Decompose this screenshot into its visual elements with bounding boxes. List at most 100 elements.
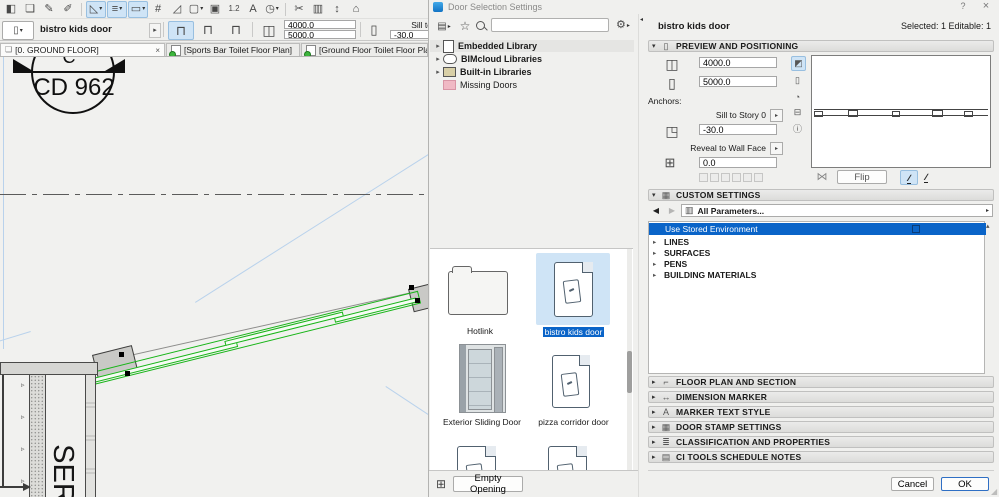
dimension-icon[interactable]: 1.2 <box>225 2 243 17</box>
section-classification-properties[interactable]: ▸ ≣ CLASSIFICATION AND PROPERTIES <box>648 436 994 448</box>
clock-dropdown-icon[interactable]: ◷ ▾ <box>263 2 281 17</box>
tree-item-embedded-library[interactable]: ▸ Embedded Library <box>430 39 634 53</box>
preview-height-input[interactable] <box>699 76 777 87</box>
dialog-titlebar[interactable]: Door Selection Settings ? × <box>429 0 999 14</box>
section-view-icon[interactable]: ⊟ <box>791 106 804 119</box>
panel-tool-icon[interactable]: ❏ <box>21 2 39 17</box>
anchor-option-icon[interactable] <box>743 173 752 182</box>
tab-sports-bar-toilet[interactable]: [Sports Bar Toilet Floor Plan] <box>166 43 300 56</box>
tree-item-built-in-libraries[interactable]: ▸ Built-in Libraries <box>430 66 634 78</box>
door-tool-chip[interactable]: ▯ ▾ <box>2 21 34 40</box>
door-doc-icon[interactable] <box>457 446 496 471</box>
empty-opening-button[interactable]: Empty Opening <box>453 473 523 495</box>
hatch-icon[interactable]: ▥ <box>309 2 327 17</box>
sill-to-story-input[interactable] <box>699 124 777 135</box>
expander-icon[interactable]: ▸ <box>433 68 443 76</box>
selection-handle[interactable] <box>125 371 130 376</box>
list-scroll-up-icon[interactable]: ▴ <box>986 222 990 230</box>
favorites-flyout-button[interactable]: ▸ <box>149 23 161 38</box>
ok-button[interactable]: OK <box>941 477 989 491</box>
param-row-pens[interactable]: ▸ PENS <box>649 258 986 269</box>
anchor-option-icon[interactable] <box>721 173 730 182</box>
expander-icon[interactable]: ▸ <box>653 271 662 279</box>
scissors-icon[interactable]: ✂ <box>290 2 308 17</box>
all-parameters-dropdown[interactable]: ▥ All Parameters... ▸ <box>681 204 993 217</box>
expander-icon[interactable]: ▸ <box>653 260 662 268</box>
section-preview-positioning[interactable]: ▾ ▯ PREVIEW AND POSITIONING <box>648 40 994 52</box>
geometry-method-1-button[interactable]: ⊓ <box>168 21 194 40</box>
selection-handle[interactable] <box>119 352 124 357</box>
stretch-icon[interactable]: ↕ <box>328 2 346 17</box>
section-marker-text-style[interactable]: ▸ A MARKER TEXT STYLE <box>648 406 994 418</box>
nav-forward-button[interactable]: ▶ <box>665 205 679 217</box>
reveal-input[interactable] <box>699 157 777 168</box>
preview-width-input[interactable] <box>699 57 777 68</box>
guides-dropdown-icon[interactable]: ≡ ▾ <box>107 0 127 18</box>
resize-grip-icon[interactable]: ◢ <box>991 487 997 496</box>
nav-back-button[interactable]: ◀ <box>649 205 663 217</box>
anchor-option-icon[interactable] <box>754 173 763 182</box>
text-tool-icon[interactable]: A <box>244 2 262 17</box>
ruler-dropdown-icon[interactable]: ◺ ▾ <box>86 0 106 18</box>
door-preview-window[interactable] <box>811 55 991 168</box>
geometry-method-3-button[interactable]: ⊓ <box>224 21 248 38</box>
door-doc-icon[interactable] <box>548 446 587 471</box>
pen-icon[interactable]: ✐ <box>59 2 77 17</box>
settings-gear-button[interactable]: ⚙ ▸ <box>613 18 633 33</box>
front-view-icon[interactable]: ▯ <box>791 74 804 87</box>
window-tool-icon[interactable]: ◧ <box>2 2 20 17</box>
tree-item-missing-doors[interactable]: Missing Doors <box>430 79 634 91</box>
anchor-mini-buttons[interactable] <box>699 173 765 182</box>
section-custom-settings[interactable]: ▾ ▦ CUSTOM SETTINGS <box>648 189 994 201</box>
tab-ground-floor[interactable]: ❏ [0. GROUND FLOOR] × <box>0 43 165 56</box>
marquee-dropdown-icon[interactable]: ▢ ▾ <box>187 2 205 17</box>
section-door-stamp-settings[interactable]: ▸ ▦ DOOR STAMP SETTINGS <box>648 421 994 433</box>
expander-icon[interactable]: ▸ <box>433 42 443 50</box>
anchor-option-icon[interactable] <box>710 173 719 182</box>
tree-view-button[interactable]: ▤ ▸ <box>434 19 454 34</box>
door-height-input[interactable] <box>284 30 356 39</box>
slope-icon[interactable]: ◿ <box>168 2 186 17</box>
info-icon[interactable]: ⓘ <box>791 122 804 135</box>
part-pizza-corridor-door[interactable] <box>536 349 610 415</box>
plan-preview-icon[interactable]: ◩ <box>791 56 806 71</box>
anchor-option-icon[interactable] <box>699 173 708 182</box>
param-row-building-materials[interactable]: ▸ BUILDING MATERIALS <box>649 269 986 280</box>
help-button[interactable]: ? <box>955 1 971 11</box>
part-bistro-kids-door[interactable] <box>536 253 610 325</box>
param-row-surfaces[interactable]: ▸ SURFACES <box>649 247 986 258</box>
expander-icon[interactable]: ▸ <box>653 238 662 246</box>
tab-ground-floor-toilet[interactable]: [Ground Floor Toilet Floor Plan] <box>301 43 428 56</box>
anchor-option-icon[interactable] <box>732 173 741 182</box>
3d-view-icon[interactable]: ◔ <box>791 90 804 103</box>
part-exterior-sliding-door[interactable] <box>452 343 512 415</box>
section-dimension-marker[interactable]: ▸ ↔ DIMENSION MARKER <box>648 391 994 403</box>
selected-door-element[interactable] <box>88 290 422 386</box>
part-browser-scrollbar[interactable] <box>627 249 632 471</box>
favorites-star-button[interactable]: ☆ <box>457 18 473 34</box>
door-width-input[interactable] <box>284 20 356 29</box>
pencil-icon[interactable]: ✎ <box>40 2 58 17</box>
section-ci-tools-schedule-notes[interactable]: ▸ ▤ CI TOOLS SCHEDULE NOTES <box>648 451 994 463</box>
sill-value-input[interactable] <box>390 30 428 39</box>
section-floor-plan-and-section[interactable]: ▸ ⌐ FLOOR PLAN AND SECTION <box>648 376 994 388</box>
sill-anchor-dropdown[interactable]: ▸ <box>770 109 783 122</box>
empty-opening-icon[interactable]: ⊞ <box>433 477 449 491</box>
home-icon[interactable]: ⌂ <box>347 2 365 17</box>
param-row-lines[interactable]: ▸ LINES <box>649 236 986 247</box>
tree-item-bimcloud-libraries[interactable]: ▸ BIMcloud Libraries <box>430 53 634 65</box>
flip-button[interactable]: Flip <box>837 170 887 184</box>
snap-dropdown-icon[interactable]: ▭ ▾ <box>128 0 148 18</box>
use-stored-environment-checkbox[interactable] <box>912 225 920 233</box>
expander-icon[interactable]: ▸ <box>653 249 662 257</box>
param-row-use-stored-environment[interactable]: Use Stored Environment <box>649 223 986 235</box>
box-icon[interactable]: ▣ <box>206 2 224 17</box>
swing-left-button[interactable]: ∕∕ <box>900 170 918 185</box>
library-search-input[interactable] <box>491 18 609 32</box>
geometry-method-2-button[interactable]: ⊓ <box>196 21 220 38</box>
swing-right-button[interactable]: ∕∕ <box>918 170 934 183</box>
grid-icon[interactable]: # <box>149 2 167 17</box>
floor-plan-canvas[interactable]: C CD 962 ▹ ▹ ▹ ▹ SER <box>0 56 428 497</box>
tab-close-icon[interactable]: × <box>155 46 160 55</box>
expander-icon[interactable]: ▸ <box>433 55 443 63</box>
